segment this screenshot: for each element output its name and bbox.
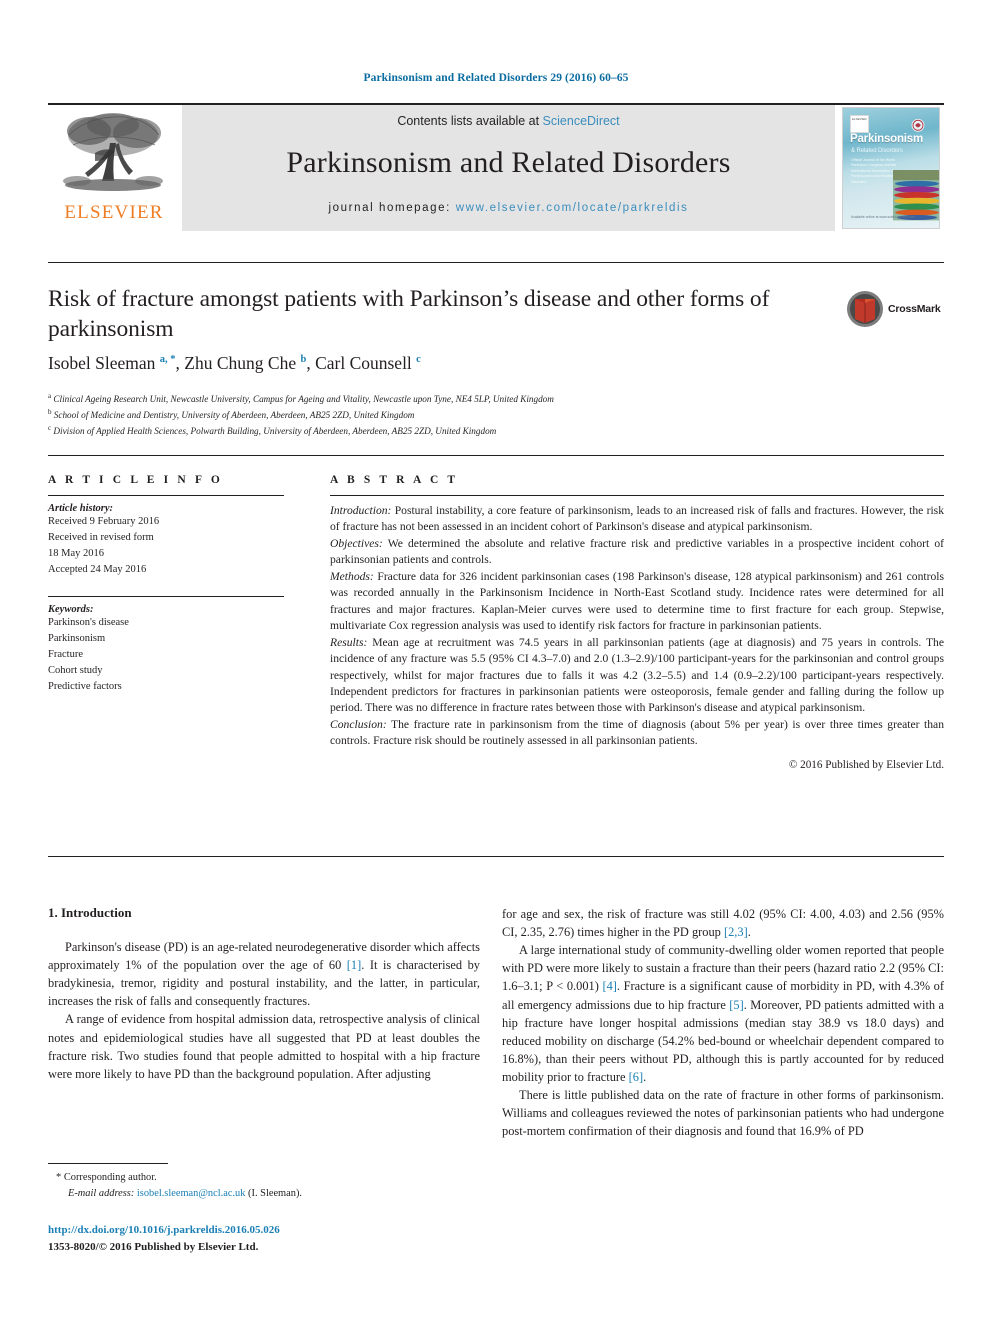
history-received: Received 9 February 2016	[48, 516, 160, 527]
journal-homepage-link[interactable]: www.elsevier.com/locate/parkreldis	[456, 202, 689, 214]
paragraph-1: Parkinson's disease (PD) is an age-relat…	[48, 940, 480, 1009]
body-divider	[48, 856, 944, 857]
abstract-body: Introduction: Postural instability, a co…	[330, 503, 944, 774]
citation-link[interactable]: [2,3]	[724, 925, 748, 939]
email-suffix: (I. Sleeman).	[248, 1187, 302, 1199]
section-heading-introduction: 1. Introduction	[48, 905, 132, 920]
article-info-rule	[48, 495, 284, 496]
crossmark-badge[interactable]: CrossMark	[846, 286, 942, 332]
author-3: Carl Counsell c	[315, 353, 421, 373]
running-head: Parkinsonism and Related Disorders 29 (2…	[363, 72, 629, 84]
cover-footer-text: Available online at www.sciencedirect.co…	[851, 214, 915, 219]
affiliation-a: a Clinical Ageing Research Unit, Newcast…	[48, 392, 554, 405]
history-revised: Received in revised form	[48, 531, 154, 543]
sciencedirect-link[interactable]: ScienceDirect	[543, 114, 620, 128]
keyword-4: Cohort study	[48, 664, 103, 676]
crossmark-icon	[847, 291, 883, 327]
journal-homepage-line: journal homepage: www.elsevier.com/locat…	[329, 202, 689, 214]
affiliation-c: c Division of Applied Health Sciences, P…	[48, 423, 497, 436]
email-link[interactable]: isobel.sleeman@ncl.ac.uk	[137, 1188, 246, 1199]
doi-link[interactable]: http://dx.doi.org/10.1016/j.parkreldis.2…	[48, 1222, 508, 1239]
author-2-marks: b	[300, 354, 307, 366]
citation-link[interactable]: [5]	[729, 998, 743, 1012]
journal-cover-thumbnail[interactable]: ELSEVIER Parkinsonism & Related Disorder…	[838, 105, 944, 231]
intro-text-left: Parkinson's disease (PD) is an age-relat…	[48, 938, 480, 1083]
contents-available-line: Contents lists available at ScienceDirec…	[397, 114, 619, 128]
keywords-block: Keywords: Parkinson's disease Parkinsoni…	[48, 604, 284, 695]
elsevier-logo: ELSEVIER	[48, 105, 180, 231]
footnote-divider	[48, 1163, 168, 1164]
author-3-marks: c	[416, 354, 421, 366]
abstract-copyright: © 2016 Published by Elsevier Ltd.	[788, 758, 944, 771]
homepage-prefix: journal homepage:	[328, 202, 456, 214]
abstract-introduction: Introduction: Postural instability, a co…	[330, 504, 944, 534]
citation-link[interactable]: [4]	[602, 979, 616, 993]
citation-link[interactable]: [1]	[347, 958, 361, 972]
issn-copyright-line: 1353-8020/© 2016 Published by Elsevier L…	[48, 1241, 259, 1254]
body-column-right: for age and sex, the risk of fracture wa…	[502, 905, 944, 1140]
abstract-column: A B S T R A C T Introduction: Postural i…	[330, 474, 944, 774]
corresponding-author-note: * Corresponding author. E-mail address: …	[56, 1170, 486, 1201]
cover-elsevier-mark: ELSEVIER	[850, 115, 869, 133]
keyword-2: Parkinsonism	[48, 632, 106, 644]
paragraph-5: There is little published data on the ra…	[502, 1088, 944, 1139]
keyword-3: Fracture	[48, 648, 83, 660]
abstract-conclusion: Conclusion: The fracture rate in parkins…	[330, 717, 944, 748]
author-1-marks: a, *	[159, 354, 176, 366]
author-list: Isobel Sleeman a, *, Zhu Chung Che b, Ca…	[48, 353, 421, 373]
intro-text-right: for age and sex, the risk of fracture wa…	[502, 905, 944, 1140]
elsevier-tree-icon	[63, 113, 163, 191]
email-label: E-mail address:	[68, 1187, 135, 1199]
abstract-heading: A B S T R A C T	[330, 474, 459, 486]
email-line: E-mail address: isobel.sleeman@ncl.ac.uk…	[56, 1186, 486, 1202]
abstract-methods: Methods: Fracture data for 326 incident …	[330, 569, 944, 633]
journal-title: Parkinsonism and Related Disorders	[286, 146, 731, 179]
corresponding-marker: *	[56, 1172, 62, 1183]
crossmark-label: CrossMark	[888, 303, 941, 315]
article-info-column: A R T I C L E I N F O Article history: R…	[48, 474, 284, 695]
elsevier-wordmark: ELSEVIER	[64, 202, 164, 223]
cover-kayak-photo	[893, 170, 939, 221]
affiliation-b: b School of Medicine and Dentistry, Univ…	[48, 407, 415, 421]
contents-prefix: Contents lists available at	[397, 114, 543, 128]
journal-band: Contents lists available at ScienceDirec…	[182, 105, 835, 231]
body-column-left: 1. Introduction Parkinson's disease (PD)…	[48, 905, 480, 1083]
keyword-1: Parkinson's disease	[48, 616, 129, 628]
corresponding-author-line: * Corresponding author.	[56, 1170, 486, 1186]
abstract-objectives: Objectives: We determined the absolute a…	[330, 536, 944, 567]
author-1: Isobel Sleeman a, *	[48, 353, 176, 373]
title-divider	[48, 262, 944, 263]
info-divider	[48, 455, 944, 456]
corresponding-label: Corresponding author.	[63, 1172, 157, 1183]
affiliation-list: a Clinical Ageing Research Unit, Newcast…	[48, 391, 848, 439]
citation-link[interactable]: [6]	[629, 1070, 643, 1084]
keywords-rule	[48, 595, 284, 597]
page-title: Risk of fracture amongst patients with P…	[48, 286, 770, 343]
cover-publisher-label: ELSEVIER	[852, 117, 867, 121]
keywords-label: Keywords:	[48, 603, 94, 615]
history-revised-date: 18 May 2016	[48, 547, 104, 559]
cover-subtitle: & Related Disorders	[851, 148, 903, 154]
abstract-rule	[330, 495, 944, 496]
author-2: Zhu Chung Che b	[184, 353, 307, 373]
article-info-heading: A R T I C L E I N F O	[48, 474, 223, 486]
abstract-results: Results: Mean age at recruitment was 74.…	[330, 635, 944, 715]
keyword-5: Predictive factors	[48, 680, 122, 692]
article-history-label: Article history:	[48, 503, 114, 514]
paragraph-2: A range of evidence from hospital admiss…	[48, 1012, 480, 1081]
history-accepted: Accepted 24 May 2016	[48, 563, 147, 575]
paragraph-3: for age and sex, the risk of fracture wa…	[502, 907, 944, 940]
cover-title: Parkinsonism	[850, 133, 924, 145]
paragraph-4: A large international study of community…	[502, 943, 945, 1084]
doi-block: http://dx.doi.org/10.1016/j.parkreldis.2…	[48, 1222, 508, 1256]
paper-first-page: Parkinsonism and Related Disorders 29 (2…	[0, 0, 992, 1323]
journal-masthead: ELSEVIER Contents lists available at Sci…	[48, 103, 944, 231]
